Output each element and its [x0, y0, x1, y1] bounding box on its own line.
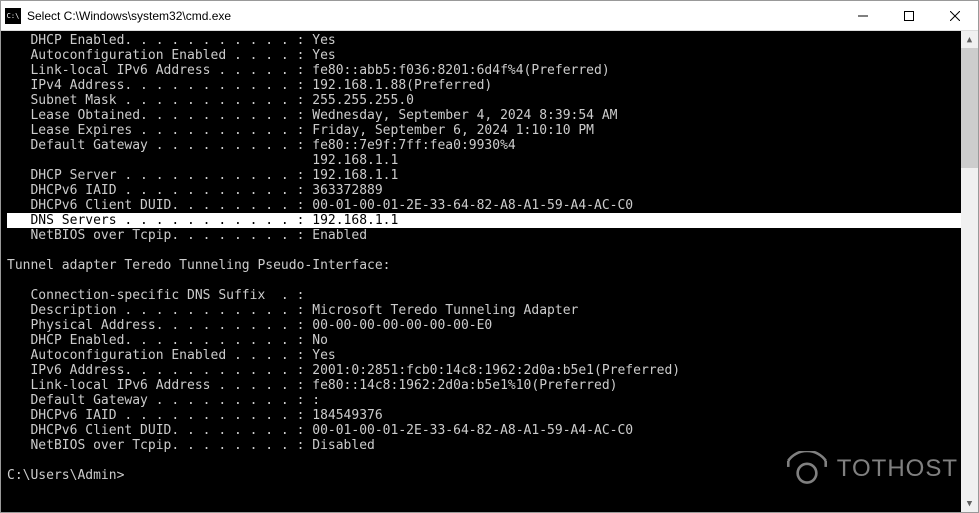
output-line: Default Gateway . . . . . . . . . : : [7, 393, 961, 408]
app-icon: C:\ [5, 8, 21, 24]
output-line: Lease Expires . . . . . . . . . . : Frid… [7, 123, 961, 138]
output-line: IPv6 Address. . . . . . . . . . . : 2001… [7, 363, 961, 378]
output-line: Link-local IPv6 Address . . . . . : fe80… [7, 63, 961, 78]
output-line: DHCPv6 IAID . . . . . . . . . . . : 1845… [7, 408, 961, 423]
close-button[interactable] [932, 1, 978, 31]
terminal-area: DHCP Enabled. . . . . . . . . . . : Yes … [1, 31, 978, 512]
output-line: Subnet Mask . . . . . . . . . . . : 255.… [7, 93, 961, 108]
output-line [7, 243, 961, 258]
output-line: Tunnel adapter Teredo Tunneling Pseudo-I… [7, 258, 961, 273]
output-line: DNS Servers . . . . . . . . . . . : 192.… [7, 213, 961, 228]
prompt-line[interactable]: C:\Users\Admin> [7, 468, 961, 483]
output-line: NetBIOS over Tcpip. . . . . . . . : Enab… [7, 228, 961, 243]
cmd-window: C:\ Select C:\Windows\system32\cmd.exe D… [0, 0, 979, 513]
terminal-output[interactable]: DHCP Enabled. . . . . . . . . . . : Yes … [1, 31, 961, 512]
output-line: NetBIOS over Tcpip. . . . . . . . : Disa… [7, 438, 961, 453]
output-line: Default Gateway . . . . . . . . . : fe80… [7, 138, 961, 153]
output-line [7, 453, 961, 468]
output-line: 192.168.1.1 [7, 153, 961, 168]
output-line: DHCPv6 Client DUID. . . . . . . . : 00-0… [7, 198, 961, 213]
output-line: DHCPv6 Client DUID. . . . . . . . : 00-0… [7, 423, 961, 438]
scroll-down-arrow[interactable]: ▼ [961, 495, 978, 512]
output-line: IPv4 Address. . . . . . . . . . . : 192.… [7, 78, 961, 93]
output-line: Link-local IPv6 Address . . . . . : fe80… [7, 378, 961, 393]
output-line: Physical Address. . . . . . . . . : 00-0… [7, 318, 961, 333]
window-title: Select C:\Windows\system32\cmd.exe [27, 9, 840, 23]
output-line: DHCP Enabled. . . . . . . . . . . : Yes [7, 33, 961, 48]
output-line: DHCP Server . . . . . . . . . . . : 192.… [7, 168, 961, 183]
output-line: DHCP Enabled. . . . . . . . . . . : No [7, 333, 961, 348]
output-line: Connection-specific DNS Suffix . : [7, 288, 961, 303]
scroll-thumb[interactable] [961, 48, 978, 168]
minimize-button[interactable] [840, 1, 886, 31]
output-line [7, 273, 961, 288]
output-line: Lease Obtained. . . . . . . . . . : Wedn… [7, 108, 961, 123]
output-line: Description . . . . . . . . . . . : Micr… [7, 303, 961, 318]
output-line: Autoconfiguration Enabled . . . . : Yes [7, 48, 961, 63]
maximize-button[interactable] [886, 1, 932, 31]
output-line: DHCPv6 IAID . . . . . . . . . . . : 3633… [7, 183, 961, 198]
scroll-up-arrow[interactable]: ▲ [961, 31, 978, 48]
output-line: Autoconfiguration Enabled . . . . : Yes [7, 348, 961, 363]
titlebar[interactable]: C:\ Select C:\Windows\system32\cmd.exe [1, 1, 978, 31]
scrollbar[interactable]: ▲ ▼ [961, 31, 978, 512]
